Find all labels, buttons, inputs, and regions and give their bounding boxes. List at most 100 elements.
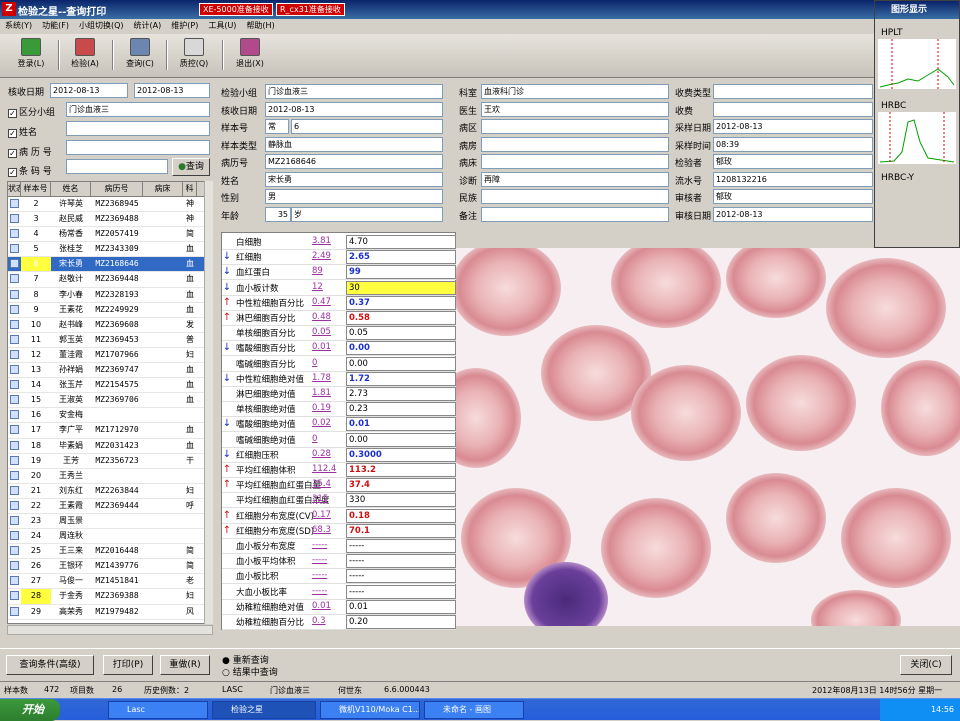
current-value-field[interactable]: 4.70	[346, 235, 456, 249]
previous-value-link[interactable]: 0.02	[312, 418, 345, 428]
group-checkbox[interactable]: ✓ 区分小组	[8, 105, 55, 118]
info-value[interactable]: 2012-08-13	[265, 101, 443, 117]
current-value-field[interactable]: 113.2	[346, 463, 456, 477]
col-sample-no[interactable]: 样本号	[21, 182, 51, 196]
info-value[interactable]: 静脉血	[265, 136, 443, 152]
result-row[interactable]: ↑ 中性粒细胞百分比 0.47 0.37	[222, 295, 459, 311]
previous-value-link[interactable]: 35.4	[312, 479, 345, 489]
info-value[interactable]	[713, 84, 873, 99]
info-value[interactable]	[481, 119, 669, 134]
info-value[interactable]	[481, 189, 669, 204]
result-row[interactable]: 嗜碱细胞百分比 0 0.00	[222, 356, 456, 372]
result-row[interactable]: ↓ 红细胞 2.49 2.65	[222, 250, 459, 266]
result-row[interactable]: 血小板平均体积 ----- -----	[222, 554, 456, 570]
record-checkbox[interactable]: ✓ 病 历 号	[8, 145, 52, 158]
table-row[interactable]: 27 马俊一 MZ1451841 老	[8, 574, 211, 590]
task-lasc[interactable]: Lasc	[108, 701, 208, 719]
result-row[interactable]: 平均红细胞血红蛋白浓度 315 330	[222, 493, 456, 509]
table-row[interactable]: 9 王素花 MZ2249929 血	[8, 302, 211, 318]
current-value-field[interactable]: 2.65	[346, 250, 456, 265]
table-row[interactable]: 14 张玉芹 MZ2154575 血	[8, 378, 211, 394]
result-row[interactable]: ↓ 嗜酸细胞绝对值 0.02 0.01	[222, 417, 459, 433]
previous-value-link[interactable]: -----	[312, 540, 345, 550]
col-status[interactable]: 状态	[8, 182, 21, 196]
table-row[interactable]: 24 周连秋	[8, 529, 211, 545]
current-value-field[interactable]: 0.37	[346, 295, 456, 310]
result-row[interactable]: ↑ 红细胞分布宽度(CV) 0.17 0.18	[222, 508, 459, 524]
table-row[interactable]: 20 王秀兰	[8, 468, 211, 484]
login-button[interactable]: 登录(L)	[8, 38, 54, 74]
result-row[interactable]: 血小板分布宽度 ----- -----	[222, 539, 456, 554]
table-row[interactable]: 5 张桂芝 MZ2343309 血	[8, 242, 211, 258]
info-value[interactable]: 08:39	[713, 136, 873, 152]
current-value-field[interactable]: 0.01	[346, 599, 456, 614]
current-value-field[interactable]: 0.01	[346, 417, 456, 432]
previous-value-link[interactable]: 0	[312, 434, 345, 444]
previous-value-link[interactable]: 12	[312, 282, 345, 292]
menu-group-switch[interactable]: 小组切换(Q)	[74, 19, 129, 32]
current-value-field[interactable]: 330	[346, 493, 456, 508]
result-row[interactable]: ↑ 红细胞分布宽度(SD) 68.3 70.1	[222, 523, 459, 539]
exit-button[interactable]: 退出(X)	[227, 38, 273, 74]
table-row[interactable]: 6 宋长勇 MZ2168646 血	[8, 257, 211, 273]
table-row[interactable]: 2 许琴英 MZ2368945 神	[8, 197, 211, 213]
result-row[interactable]: 嗜碱细胞绝对值 0 0.00	[222, 432, 456, 448]
info-value[interactable]: 郁玫	[713, 189, 873, 204]
result-row[interactable]: ↑ 淋巴细胞百分比 0.48 0.58	[222, 311, 459, 326]
table-row[interactable]: 21 刘东红 MZ2263844 妇	[8, 483, 211, 499]
task-paint[interactable]: 未命名 - 画图	[424, 701, 524, 719]
info-value[interactable]	[713, 101, 873, 117]
result-row[interactable]: 幼稚粒细胞绝对值 0.01 0.01	[222, 599, 456, 615]
table-row[interactable]: 10 赵书峰 MZ2369608 发	[8, 317, 211, 333]
result-row[interactable]: 白细胞 3.81 4.70	[222, 235, 456, 250]
current-value-field[interactable]: 0.58	[346, 311, 456, 325]
result-row[interactable]: ↓ 血红蛋白 89 99	[222, 265, 459, 281]
menu-system[interactable]: 系统(Y)	[0, 19, 37, 32]
current-value-field[interactable]: -----	[346, 539, 456, 553]
previous-value-link[interactable]: 0.19	[312, 403, 345, 413]
table-row[interactable]: 12 董洼霞 MZ1707966 妇	[8, 347, 211, 364]
result-row[interactable]: 淋巴细胞绝对值 1.81 2.73	[222, 387, 456, 402]
table-row[interactable]: 13 孙祥娟 MZ2369747 血	[8, 363, 211, 379]
start-button[interactable]: 开始	[0, 699, 60, 721]
task-lab-star[interactable]: 检验之星	[212, 701, 316, 719]
barcode-input[interactable]	[66, 159, 168, 174]
table-row[interactable]: 15 王淑英 MZ2369706 血	[8, 393, 211, 409]
table-row[interactable]: 16 安金梅	[8, 408, 211, 424]
previous-value-link[interactable]: 0.01	[312, 601, 345, 611]
table-row[interactable]: 11 郭玉英 MZ2369453 普	[8, 332, 211, 348]
table-row[interactable]: 4 杨常香 MZ2057419 简	[8, 227, 211, 243]
col-name[interactable]: 姓名	[51, 182, 91, 196]
radio-within-results[interactable]: ○ 结果中查询	[222, 665, 278, 678]
info-value[interactable]: 男	[265, 189, 443, 204]
info-value[interactable]: 常	[265, 119, 289, 134]
info-value[interactable]: 宋长勇	[265, 171, 443, 187]
result-row[interactable]: ↑ 平均红细胞血红蛋白量 35.4 37.4	[222, 478, 459, 494]
table-row[interactable]: 19 王芳 MZ2356723 干	[8, 453, 211, 469]
previous-value-link[interactable]: 0.3	[312, 616, 345, 626]
result-row[interactable]: 单核细胞百分比 0.05 0.05	[222, 326, 456, 342]
info-value[interactable]: 门诊血液三	[265, 84, 443, 99]
sample-no-value[interactable]: 6	[291, 119, 443, 134]
current-value-field[interactable]: 0.00	[346, 432, 456, 447]
record-input[interactable]	[66, 140, 210, 155]
info-value[interactable]	[481, 136, 669, 152]
info-value[interactable]: 再障	[481, 171, 669, 187]
menu-function[interactable]: 功能(F)	[37, 19, 74, 32]
filter-query-button[interactable]: ●查询	[172, 158, 210, 176]
table-row[interactable]: 23 周玉景	[8, 513, 211, 530]
redo-button[interactable]: 重做(R)	[160, 655, 210, 675]
info-value[interactable]	[481, 154, 669, 169]
previous-value-link[interactable]: 89	[312, 266, 345, 276]
result-row[interactable]: 幼稚粒细胞百分比 0.3 0.20	[222, 615, 456, 630]
table-row[interactable]: 25 王三来 MZ2016448 简	[8, 544, 211, 560]
info-value[interactable]: 王欢	[481, 101, 669, 117]
current-value-field[interactable]: 0.05	[346, 326, 456, 341]
menu-tools[interactable]: 工具(U)	[203, 19, 241, 32]
info-value[interactable]: 35	[265, 206, 291, 222]
close-button[interactable]: 关闭(C)	[900, 655, 952, 675]
barcode-checkbox[interactable]: ✓ 条 码 号	[8, 164, 52, 177]
date-from-field[interactable]: 2012-08-13	[50, 83, 128, 98]
previous-value-link[interactable]: 0.47	[312, 297, 345, 307]
info-value[interactable]: 2012-08-13	[713, 119, 873, 134]
